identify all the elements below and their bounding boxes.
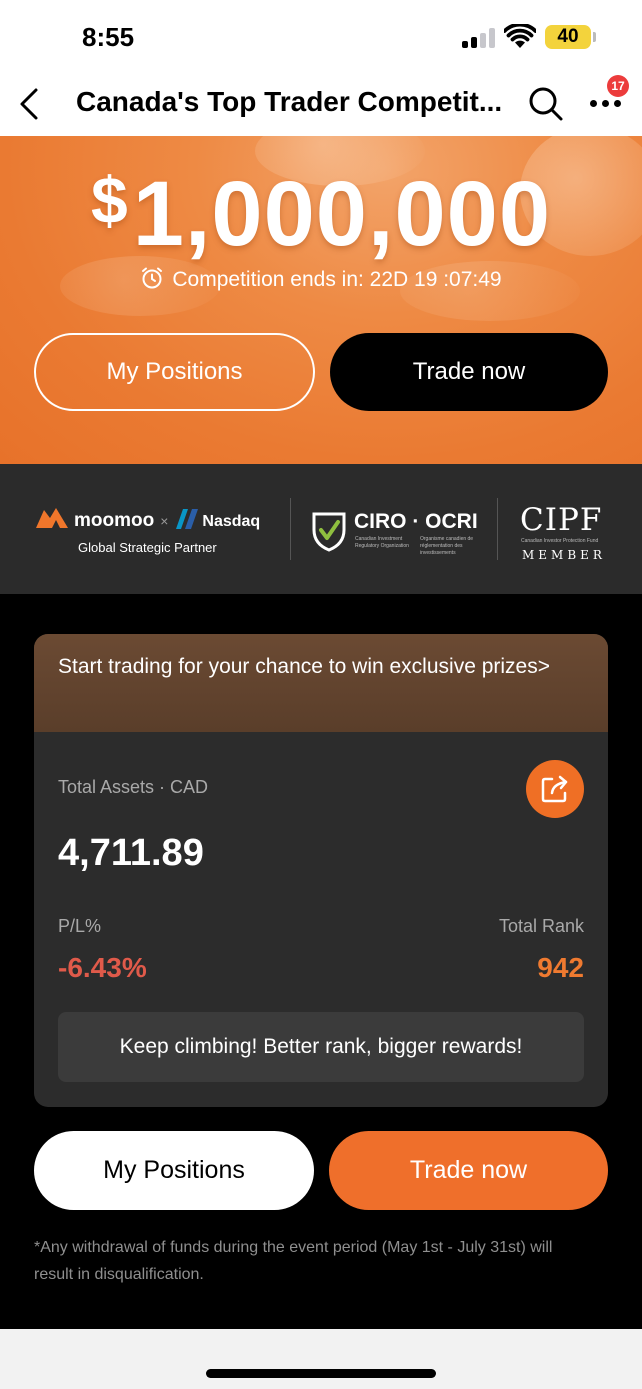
total-assets-label: Total Assets · CAD xyxy=(58,777,209,797)
share-button[interactable] xyxy=(526,760,584,818)
hero-banner: $1,000,000 Competition ends in: 22D 19 :… xyxy=(0,136,642,464)
ciro-subtitle-en: Canadian Investment Regulatory Organizat… xyxy=(355,536,409,549)
prize-currency: $ xyxy=(90,163,129,237)
rank-promo-message: Keep climbing! Better rank, bigger rewar… xyxy=(58,1012,584,1082)
withdrawal-disclaimer: *Any withdrawal of funds during the even… xyxy=(34,1239,553,1283)
wifi-icon xyxy=(504,24,536,48)
cipf-wordmark: CIPF xyxy=(520,502,603,538)
prize-value: 1,000,000 xyxy=(132,163,551,265)
competition-countdown: Competition ends in: 22D 19 :07:49 xyxy=(0,266,642,292)
times-symbol: × xyxy=(160,513,169,529)
notification-badge: 17 xyxy=(607,75,629,97)
total-rank-label: Total Rank xyxy=(498,916,584,936)
ciro-shield-icon xyxy=(312,512,346,552)
total-assets-value: 4,711.89 xyxy=(58,832,204,874)
alarm-clock-icon xyxy=(142,267,163,289)
battery-indicator: 40 xyxy=(545,25,591,49)
prizes-banner-text: Start trading for your chance to win exc… xyxy=(58,655,550,678)
trade-now-button[interactable]: Trade now xyxy=(330,333,608,411)
my-positions-button[interactable]: My Positions xyxy=(34,333,315,411)
divider xyxy=(497,498,498,560)
cipf-subtitle: Canadian Investor Protection Fund xyxy=(521,538,599,544)
partners-strip: moomoo × Nasdaq Global Strategic Partner … xyxy=(0,464,642,594)
moomoo-nasdaq-row: moomoo × Nasdaq xyxy=(34,506,260,534)
countdown-text: Competition ends in: 22D 19 :07:49 xyxy=(172,268,502,291)
total-rank-value: 942 xyxy=(537,952,584,983)
search-icon[interactable] xyxy=(528,86,564,122)
status-time: 8:55 xyxy=(82,22,135,52)
prize-amount: $1,000,000 xyxy=(0,162,642,267)
my-positions-button[interactable]: My Positions xyxy=(34,1131,314,1210)
cipf-member-label: MEMBER xyxy=(522,548,606,562)
cellular-signal-icon xyxy=(462,28,496,48)
chevron-left-icon[interactable] xyxy=(16,86,42,122)
divider xyxy=(290,498,291,560)
nasdaq-logo-icon xyxy=(176,509,199,529)
main-content: Start trading for your chance to win exc… xyxy=(0,594,642,1329)
moomoo-logo-icon xyxy=(36,508,68,528)
trade-now-button[interactable]: Trade now xyxy=(329,1131,608,1210)
account-card: Start trading for your chance to win exc… xyxy=(34,634,608,1107)
home-indicator-area xyxy=(0,1329,642,1389)
prizes-banner[interactable]: Start trading for your chance to win exc… xyxy=(34,634,608,732)
ciro-subtitle-fr: Organisme canadien de réglementation des… xyxy=(420,536,474,556)
nav-bar: Canada's Top Trader Competit... 17 xyxy=(0,72,642,136)
partner-caption: Global Strategic Partner xyxy=(78,540,217,555)
more-icon[interactable] xyxy=(590,100,622,108)
nasdaq-wordmark: Nasdaq xyxy=(202,513,261,530)
home-indicator[interactable] xyxy=(206,1369,436,1378)
pl-value: -6.43% xyxy=(58,952,147,983)
share-icon xyxy=(541,775,568,803)
pl-label: P/L% xyxy=(58,916,102,936)
ciro-wordmark: CIRO · OCRI xyxy=(354,510,478,533)
status-bar: 8:55 40 xyxy=(0,0,642,72)
page-title: Canada's Top Trader Competit... xyxy=(76,86,503,117)
moomoo-wordmark: moomoo xyxy=(74,510,155,531)
battery-cap xyxy=(593,32,596,42)
